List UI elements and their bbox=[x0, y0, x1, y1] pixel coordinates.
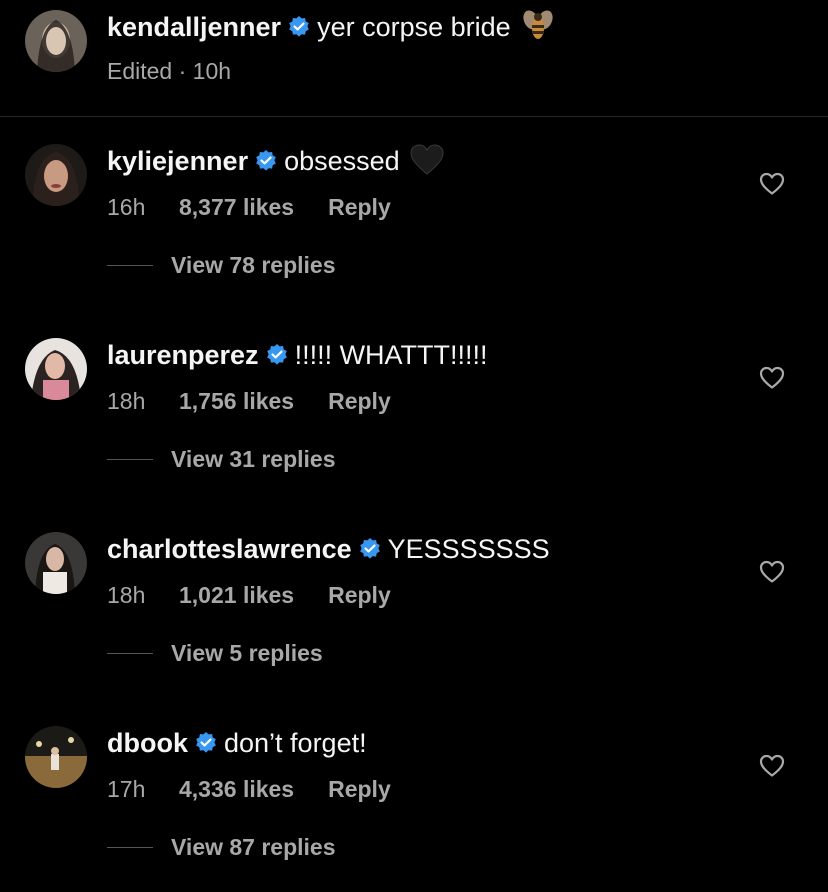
like-heart-icon[interactable] bbox=[759, 172, 785, 201]
verified-badge-icon bbox=[194, 729, 218, 763]
view-replies-button[interactable]: View 31 replies bbox=[107, 446, 336, 476]
verified-badge-icon bbox=[358, 535, 382, 569]
like-heart-icon[interactable] bbox=[759, 560, 785, 589]
reply-button[interactable]: Reply bbox=[328, 582, 391, 608]
username[interactable]: kyliejenner bbox=[107, 146, 248, 176]
like-heart-icon[interactable] bbox=[759, 754, 785, 783]
replies-divider bbox=[107, 265, 153, 266]
comment-item: laurenperez !!!!! WHATTT!!!!! 18h 1,756 li… bbox=[0, 310, 828, 504]
view-replies-button[interactable]: View 87 replies bbox=[107, 834, 336, 864]
post-caption: kendalljenner yer corpse bride Edited · 1… bbox=[0, 0, 828, 117]
view-replies-label: View 87 replies bbox=[171, 834, 336, 860]
black-heart-emoji-icon bbox=[410, 144, 444, 184]
comment-time: 16h bbox=[107, 194, 146, 220]
view-replies-button[interactable]: View 5 replies bbox=[107, 640, 323, 670]
username[interactable]: charlotteslawrence bbox=[107, 534, 352, 564]
view-replies-label: View 78 replies bbox=[171, 252, 336, 278]
reply-button[interactable]: Reply bbox=[328, 776, 391, 802]
comment-time: 18h bbox=[107, 388, 146, 414]
avatar[interactable] bbox=[25, 144, 87, 206]
reply-button[interactable]: Reply bbox=[328, 194, 391, 220]
replies-divider bbox=[107, 847, 153, 848]
avatar[interactable] bbox=[25, 10, 87, 72]
likes-count[interactable]: 8,377 likes bbox=[179, 194, 294, 221]
likes-count[interactable]: 4,336 likes bbox=[179, 776, 294, 803]
comment-time: 18h bbox=[107, 582, 146, 608]
comment-text: YESSSSSSS bbox=[387, 534, 550, 564]
likes-count[interactable]: 1,756 likes bbox=[179, 388, 294, 415]
avatar[interactable] bbox=[25, 726, 87, 788]
reply-button[interactable]: Reply bbox=[328, 388, 391, 414]
replies-divider bbox=[107, 459, 153, 460]
verified-badge-icon bbox=[265, 341, 289, 375]
like-heart-icon[interactable] bbox=[759, 366, 785, 395]
view-replies-label: View 31 replies bbox=[171, 446, 336, 472]
avatar[interactable] bbox=[25, 532, 87, 594]
username[interactable]: dbook bbox=[107, 728, 188, 758]
verified-badge-icon bbox=[254, 147, 278, 181]
comment-item: dbook don’t forget! 17h 4,336 likes Reply V… bbox=[0, 698, 828, 892]
comment-text: don’t forget! bbox=[224, 728, 367, 758]
comment-item: kyliejenner obsessed 16h 8,377 likes Reply … bbox=[0, 116, 828, 310]
username[interactable]: laurenperez bbox=[107, 340, 259, 370]
comment-item: charlotteslawrence YESSSSSSS 18h 1,021 lik… bbox=[0, 504, 828, 698]
view-replies-button[interactable]: View 78 replies bbox=[107, 252, 336, 282]
comment-text: yer corpse bride bbox=[317, 12, 511, 42]
caption-meta: Edited · 10h bbox=[107, 58, 232, 84]
comment-time: 17h bbox=[107, 776, 146, 802]
replies-divider bbox=[107, 653, 153, 654]
bee-emoji-icon bbox=[521, 8, 555, 50]
likes-count[interactable]: 1,021 likes bbox=[179, 582, 294, 609]
comment-text: !!!!! WHATTT!!!!! bbox=[294, 340, 488, 370]
comment-text: obsessed bbox=[284, 146, 400, 176]
view-replies-label: View 5 replies bbox=[171, 640, 323, 666]
avatar[interactable] bbox=[25, 338, 87, 400]
verified-badge-icon bbox=[287, 13, 311, 47]
username[interactable]: kendalljenner bbox=[107, 12, 281, 42]
